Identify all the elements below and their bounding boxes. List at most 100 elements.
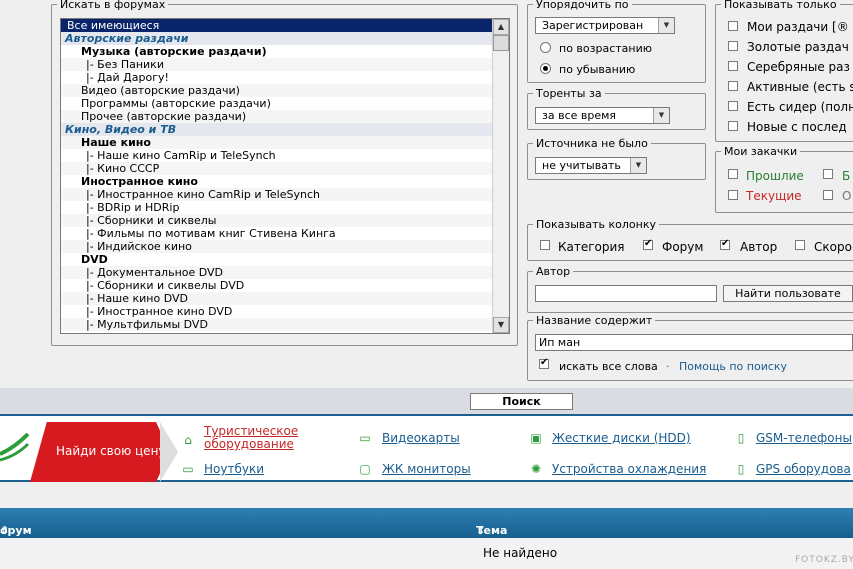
hdd-icon: ▣	[530, 431, 542, 445]
forum-listbox[interactable]: Все имеющиеся Авторские раздачи Музыка (ав…	[60, 18, 510, 334]
show-only-legend: Показывать только	[724, 0, 837, 11]
forum-option[interactable]: Авторские раздачи	[61, 32, 492, 45]
source-select[interactable]: не учитывать ▼	[535, 157, 647, 174]
ad-videocards-link[interactable]: Видеокарты	[382, 431, 460, 445]
show-only-checkbox[interactable]	[728, 121, 738, 131]
find-price-banner[interactable]: Найди свою цену	[30, 422, 170, 482]
separator-dot: ·	[666, 360, 670, 373]
b-label: Б	[842, 169, 851, 183]
forum-list-scrollbar[interactable]: ▲ ▼	[492, 19, 509, 333]
ad-banner: Найди свою цену ⌂ Туристическое оборудов…	[0, 414, 853, 482]
skoro-checkbox[interactable]	[795, 240, 805, 250]
forum-label: Форум	[662, 240, 704, 254]
author-legend: Автор	[536, 265, 571, 278]
forum-option[interactable]: |- Мультфильмы DVD	[61, 318, 492, 331]
sort-asc-label: по возрастанию	[559, 42, 653, 55]
author-checkbox[interactable]	[720, 238, 730, 250]
o-checkbox[interactable]	[823, 190, 833, 200]
forum-option[interactable]: Иностранное кино	[61, 175, 492, 188]
author-label: Автор	[740, 240, 778, 254]
torrents-select[interactable]: за все время ▼	[535, 107, 670, 124]
search-help-link[interactable]: Помощь по поиску	[679, 360, 787, 373]
forum-option[interactable]: |- Наше кино CamRip и TeleSynch	[61, 149, 492, 162]
scroll-thumb[interactable]	[493, 35, 509, 51]
results-header: орум ⇕ Тема ⇕	[0, 508, 853, 538]
show-only-label: Мои раздачи [®	[747, 20, 849, 34]
show-only-checkbox[interactable]	[728, 101, 738, 111]
find-price-label: Найди свою цену	[56, 444, 166, 458]
author-input[interactable]	[535, 285, 717, 302]
forum-option[interactable]: |- Без Паники	[61, 58, 492, 71]
b-checkbox[interactable]	[823, 169, 833, 179]
house-icon: ⌂	[184, 433, 192, 447]
search-button[interactable]: Поиск	[470, 393, 573, 410]
sort-desc-radio[interactable]	[540, 63, 551, 74]
ad-gps-link[interactable]: GPS оборудова	[756, 462, 851, 476]
show-only-checkbox[interactable]	[728, 41, 738, 51]
scroll-up-icon[interactable]: ▲	[493, 19, 509, 35]
current-label: Текущие	[746, 189, 802, 203]
title-input[interactable]: Ип ман	[535, 334, 853, 351]
forum-option[interactable]: Все имеющиеся	[61, 19, 492, 32]
category-checkbox[interactable]	[540, 240, 550, 250]
current-checkbox[interactable]	[728, 190, 738, 200]
sort-select-value: Зарегистрирован	[542, 19, 644, 32]
ad-tourism-link[interactable]: Туристическое оборудование	[204, 425, 298, 451]
forum-option[interactable]: Наше кино	[61, 136, 492, 149]
forum-option[interactable]: |- Кино СССР	[61, 162, 492, 175]
forum-checkbox[interactable]	[643, 238, 653, 250]
title-legend: Название содержит	[536, 314, 653, 327]
all-words-checkbox[interactable]	[539, 357, 549, 369]
forum-option[interactable]: DVD	[61, 253, 492, 266]
forums-legend: Искать в форумах	[60, 0, 166, 11]
ad-tourism-line2: оборудование	[204, 437, 294, 451]
forum-list: Все имеющиеся Авторские раздачи Музыка (ав…	[61, 19, 492, 331]
ad-monitors-link[interactable]: ЖК мониторы	[382, 462, 471, 476]
forum-option[interactable]: |- BDRip и HDRip	[61, 201, 492, 214]
forum-option[interactable]: |- Иностранное кино DVD	[61, 305, 492, 318]
ad-tourism-line1: Туристическое	[204, 424, 299, 438]
forum-option[interactable]: |- Индийское кино	[61, 240, 492, 253]
forum-option[interactable]: Прочее (авторские раздачи)	[61, 110, 492, 123]
show-only-label: Новые с послед	[747, 120, 847, 134]
show-only-label: Есть сидер (полн	[747, 100, 853, 114]
forum-option[interactable]: Программы (авторские раздачи)	[61, 97, 492, 110]
laptop-icon: ▭	[182, 462, 194, 476]
ad-hdd-link[interactable]: Жесткие диски (HDD)	[552, 431, 691, 445]
monitor-icon: ▢	[359, 462, 371, 476]
find-user-button[interactable]: Найти пользовате	[723, 285, 853, 302]
spacer	[0, 482, 853, 508]
sort-arrows-icon: ⇕	[476, 524, 486, 537]
category-label: Категория	[558, 240, 625, 254]
show-only-checkbox[interactable]	[728, 61, 738, 71]
ad-gsm-link[interactable]: GSM-телефоны	[756, 431, 852, 445]
sort-desc-label: по убыванию	[559, 63, 636, 76]
forum-option[interactable]: |- Иностранное кино CamRip и TeleSynch	[61, 188, 492, 201]
watermark: FOTOKZ.BY	[795, 555, 853, 565]
cooler-icon: ✺	[530, 462, 542, 476]
results-body: Не найдено FOTOKZ.BY	[0, 538, 853, 569]
forum-option[interactable]: |- Документальное DVD	[61, 266, 492, 279]
sort-arrows-icon: ⇕	[0, 524, 10, 537]
show-only-label: Серебряные раз	[747, 60, 850, 74]
forum-option[interactable]: Музыка (авторские раздачи)	[61, 45, 492, 58]
source-legend: Источника не было	[536, 137, 648, 150]
past-checkbox[interactable]	[728, 169, 738, 179]
forum-option[interactable]: Видео (авторские раздачи)	[61, 84, 492, 97]
chevron-down-icon: ▼	[630, 158, 646, 173]
forum-option[interactable]: |- Наше кино DVD	[61, 292, 492, 305]
forum-option[interactable]: |- Дай Дарогу!	[61, 71, 492, 84]
sort-legend: Упорядочить по	[536, 0, 629, 11]
scroll-down-icon[interactable]: ▼	[493, 317, 509, 333]
sort-select[interactable]: Зарегистрирован ▼	[535, 17, 675, 34]
ad-laptops-link[interactable]: Ноутбуки	[204, 462, 264, 476]
forum-option[interactable]: |- Фильмы по мотивам книг Стивена Кинга	[61, 227, 492, 240]
forum-option[interactable]: |- Сборники и сиквелы DVD	[61, 279, 492, 292]
forum-option[interactable]: Кино, Видео и ТВ	[61, 123, 492, 136]
sort-asc-radio[interactable]	[540, 42, 551, 53]
forum-option[interactable]: |- Сборники и сиквелы	[61, 214, 492, 227]
not-found-text: Не найдено	[483, 546, 558, 560]
ad-cooling-link[interactable]: Устройства охлаждения	[552, 462, 706, 476]
show-only-checkbox[interactable]	[728, 21, 738, 31]
show-only-checkbox[interactable]	[728, 81, 738, 91]
